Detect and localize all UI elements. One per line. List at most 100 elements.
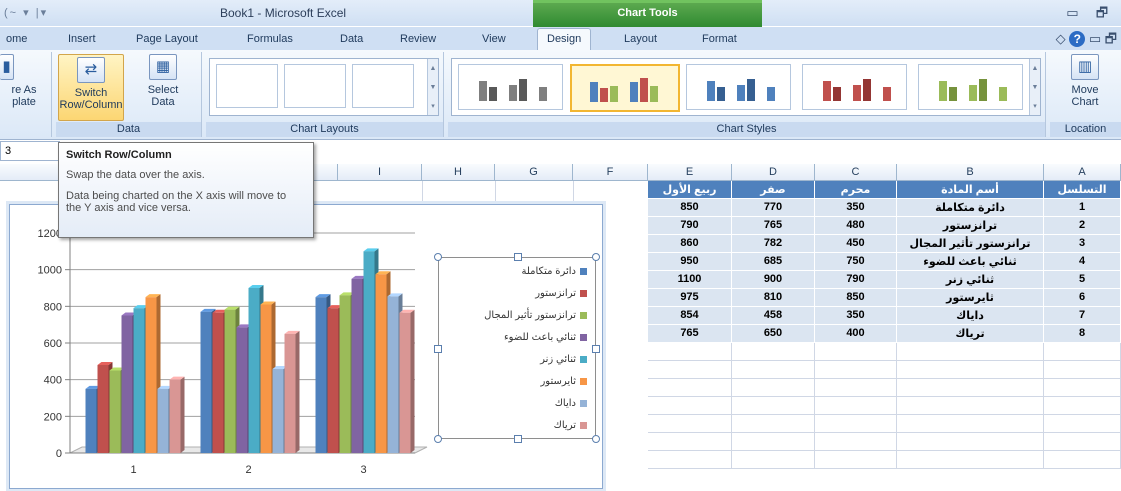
empty-cell[interactable] (897, 415, 1044, 433)
tab-layout[interactable]: Layout (624, 33, 657, 45)
empty-cell[interactable] (815, 343, 897, 361)
table-cell-d[interactable]: 765 (732, 217, 815, 235)
empty-cell[interactable] (648, 415, 732, 433)
table-cell-a[interactable]: 2 (1044, 217, 1121, 235)
chart-style-blue-thumb[interactable] (686, 64, 791, 110)
empty-cell[interactable] (1044, 361, 1121, 379)
legend-item[interactable]: دائرة متكاملة (521, 266, 587, 277)
table-cell-d[interactable]: 782 (732, 235, 815, 253)
move-chart-button[interactable]: ▥ Move Chart (1058, 54, 1112, 120)
table-cell-d[interactable]: 458 (732, 307, 815, 325)
legend-resize-handle[interactable] (592, 435, 600, 443)
column-header-g[interactable]: G (495, 164, 573, 181)
column-header-i[interactable]: I (338, 164, 422, 181)
table-cell-d[interactable]: 685 (732, 253, 815, 271)
header-cell-c[interactable]: محرم (815, 181, 897, 199)
legend-item[interactable]: ثايرستور (540, 376, 587, 387)
header-cell-a[interactable]: التسلسل (1044, 181, 1121, 199)
empty-cell[interactable] (897, 433, 1044, 451)
chart-layout-1-thumb[interactable] (216, 64, 278, 108)
empty-cell[interactable] (732, 343, 815, 361)
legend-resize-handle[interactable] (592, 345, 600, 353)
table-cell-d[interactable]: 810 (732, 289, 815, 307)
table-cell-e[interactable]: 850 (648, 199, 732, 217)
legend-item[interactable]: ترياك (554, 420, 587, 431)
table-cell-e[interactable]: 860 (648, 235, 732, 253)
help-icon[interactable]: ? (1069, 31, 1086, 47)
save-as-template-button[interactable]: ▮ re As plate (0, 54, 48, 120)
chart-style-red-thumb[interactable] (802, 64, 907, 110)
layouts-gallery-scroll[interactable]: ▲ ▼ ▾ (427, 59, 438, 115)
chart-style-multicolor-thumb[interactable] (570, 64, 680, 112)
table-cell-c[interactable]: 480 (815, 217, 897, 235)
empty-cell[interactable] (1044, 343, 1121, 361)
table-cell-a[interactable]: 8 (1044, 325, 1121, 343)
name-box[interactable]: 3 (0, 141, 60, 161)
tab-design[interactable]: Design (537, 28, 592, 51)
empty-cell[interactable] (897, 379, 1044, 397)
empty-cell[interactable] (1044, 397, 1121, 415)
empty-cell[interactable] (815, 451, 897, 469)
table-cell-c[interactable]: 400 (815, 325, 897, 343)
table-cell-b[interactable]: دائرة متكاملة (897, 199, 1044, 217)
select-data-button[interactable]: ▦ Select Data (138, 54, 188, 120)
table-cell-e[interactable]: 950 (648, 253, 732, 271)
doc-minimize-button[interactable]: ▭ (1089, 31, 1101, 46)
table-cell-b[interactable]: ثنائي زنر (897, 271, 1044, 289)
table-cell-b[interactable]: داياك (897, 307, 1044, 325)
table-cell-a[interactable]: 4 (1044, 253, 1121, 271)
table-cell-d[interactable]: 650 (732, 325, 815, 343)
column-header-f[interactable]: F (573, 164, 648, 181)
chart-layout-3-thumb[interactable] (352, 64, 414, 108)
ribbon-minimize-caret-icon[interactable]: ◇ (1056, 31, 1066, 46)
empty-cell[interactable] (648, 379, 732, 397)
minimize-button[interactable]: ▭ (1059, 5, 1085, 21)
table-cell-b[interactable]: ترانزستور تأثير المجال (897, 235, 1044, 253)
empty-cell[interactable] (732, 397, 815, 415)
tab-home[interactable]: ome (6, 33, 27, 45)
header-cell-b[interactable]: أسم المادة (897, 181, 1044, 199)
tab-formulas[interactable]: Formulas (247, 33, 293, 45)
table-cell-c[interactable]: 350 (815, 199, 897, 217)
table-cell-d[interactable]: 770 (732, 199, 815, 217)
tab-format[interactable]: Format (702, 33, 737, 45)
table-cell-e[interactable]: 790 (648, 217, 732, 235)
embedded-chart[interactable]: 0 200 400 600 800 1000 1200 1 2 3 دائرة متكاملة تر… (9, 204, 603, 489)
column-header-c[interactable]: C (815, 164, 897, 181)
table-cell-a[interactable]: 6 (1044, 289, 1121, 307)
table-cell-e[interactable]: 854 (648, 307, 732, 325)
empty-cell[interactable] (1044, 451, 1121, 469)
legend-item[interactable]: داياك (555, 398, 587, 409)
empty-cell[interactable] (732, 415, 815, 433)
empty-cell[interactable] (1044, 379, 1121, 397)
tab-review[interactable]: Review (400, 33, 436, 45)
empty-cell[interactable] (648, 343, 732, 361)
restore-button[interactable]: 🗗 (1089, 4, 1115, 26)
empty-cell[interactable] (897, 451, 1044, 469)
empty-cell[interactable] (815, 415, 897, 433)
empty-cell[interactable] (732, 451, 815, 469)
empty-cell[interactable] (897, 361, 1044, 379)
header-cell-e[interactable]: ربيع الأول (648, 181, 732, 199)
header-cell-d[interactable]: صفر (732, 181, 815, 199)
table-cell-a[interactable]: 3 (1044, 235, 1121, 253)
table-cell-a[interactable]: 5 (1044, 271, 1121, 289)
column-header-e[interactable]: E (648, 164, 732, 181)
column-header-b[interactable]: B (897, 164, 1044, 181)
empty-cell[interactable] (732, 433, 815, 451)
empty-cell[interactable] (648, 451, 732, 469)
empty-cell[interactable] (815, 379, 897, 397)
legend-resize-handle[interactable] (514, 435, 522, 443)
empty-cell[interactable] (648, 361, 732, 379)
empty-cell[interactable] (815, 397, 897, 415)
tab-insert[interactable]: Insert (68, 33, 96, 45)
legend-resize-handle[interactable] (514, 253, 522, 261)
table-cell-b[interactable]: ثايرستور (897, 289, 1044, 307)
table-cell-a[interactable]: 7 (1044, 307, 1121, 325)
empty-cell[interactable] (815, 433, 897, 451)
chart-style-gray-thumb[interactable] (458, 64, 563, 110)
table-cell-b[interactable]: ترياك (897, 325, 1044, 343)
chart-legend[interactable]: دائرة متكاملة ترانزستور ترانزستور تأثير ال… (434, 253, 600, 443)
table-cell-c[interactable]: 350 (815, 307, 897, 325)
tab-page-layout[interactable]: Page Layout (136, 33, 198, 45)
